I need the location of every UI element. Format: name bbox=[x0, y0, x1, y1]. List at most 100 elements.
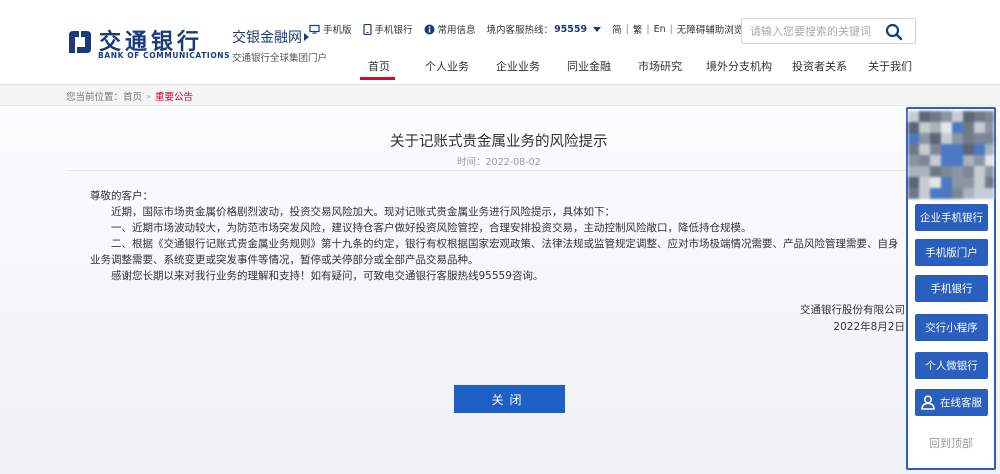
article-signer: 交通银行股份有限公司 bbox=[800, 304, 905, 316]
qr-cell bbox=[941, 111, 952, 122]
qr-cell bbox=[952, 122, 963, 133]
breadcrumb-current[interactable]: 重要公告 bbox=[155, 89, 193, 103]
qr-cell bbox=[952, 166, 963, 177]
qr-cell bbox=[930, 122, 941, 133]
article-body: 尊敬的客户： 近期，国际市场贵金属价格剧烈波动，投资交易风险加大。现对记账式贵金… bbox=[90, 188, 905, 284]
nav-corporate[interactable]: 企业业务 bbox=[496, 58, 540, 74]
bank-logo-icon bbox=[65, 27, 95, 57]
qr-cell bbox=[908, 188, 919, 199]
side-panel: 企业手机银行 手机版门户 手机银行 交行小程序 个人微银行 在线客服 回到顶部 bbox=[906, 107, 996, 470]
lang-simplified[interactable]: 简 bbox=[612, 22, 622, 36]
qr-cell bbox=[952, 144, 963, 155]
qr-cell bbox=[974, 144, 985, 155]
hotline-label: 境内客服热线： bbox=[486, 25, 554, 36]
qr-cell bbox=[963, 111, 974, 122]
qr-cell bbox=[919, 177, 930, 188]
hotline[interactable]: 境内客服热线： 95559 bbox=[487, 22, 602, 36]
nav-about[interactable]: 关于我们 bbox=[868, 58, 912, 74]
nav-overseas[interactable]: 境外分支机构 bbox=[706, 58, 772, 74]
search-icon bbox=[885, 23, 903, 41]
qr-cell bbox=[974, 111, 985, 122]
qr-cell bbox=[963, 177, 974, 188]
bank-logo[interactable]: 交通银行 BANK OF COMMUNICATIONS bbox=[65, 27, 230, 60]
divider: | bbox=[669, 23, 673, 35]
qr-cell bbox=[974, 166, 985, 177]
nav-research[interactable]: 市场研究 bbox=[638, 58, 682, 74]
qr-cell bbox=[908, 166, 919, 177]
site-name[interactable]: 交银金融网 bbox=[232, 27, 302, 47]
lang-traditional[interactable]: 繁 bbox=[633, 22, 643, 36]
qr-cell bbox=[919, 122, 930, 133]
search-button[interactable] bbox=[885, 23, 903, 41]
lang-english[interactable]: En bbox=[654, 24, 666, 35]
side-mobile-bank[interactable]: 手机银行 bbox=[915, 275, 988, 302]
qr-cell bbox=[974, 188, 985, 199]
qr-cell bbox=[919, 188, 930, 199]
hotline-number: 95559 bbox=[554, 23, 588, 35]
nav-investor[interactable]: 投资者关系 bbox=[792, 58, 847, 74]
search-input[interactable] bbox=[750, 23, 880, 39]
qr-cell bbox=[908, 155, 919, 166]
accessibility-link[interactable]: 无障碍辅助浏览 bbox=[677, 22, 744, 36]
article-date: 2022年8月2日 bbox=[833, 321, 905, 333]
article-paragraph: 近期，国际市场贵金属价格剧烈波动，投资交易风险加大。现对记账式贵金属业务进行风险… bbox=[111, 206, 615, 218]
qr-cell bbox=[919, 111, 930, 122]
close-button[interactable]: 关闭 bbox=[454, 385, 565, 413]
side-online-service[interactable]: 在线客服 bbox=[915, 389, 988, 416]
nav-personal[interactable]: 个人业务 bbox=[425, 58, 469, 74]
qr-cell bbox=[952, 155, 963, 166]
article-title: 关于记账式贵金属业务的风险提示 bbox=[390, 134, 608, 150]
side-personal-wechat-bank[interactable]: 个人微银行 bbox=[915, 352, 988, 379]
side-mini-program[interactable]: 交行小程序 bbox=[915, 314, 988, 341]
qr-cell bbox=[952, 133, 963, 144]
qr-cell bbox=[963, 155, 974, 166]
logo-chinese-text: 交通银行 bbox=[99, 29, 204, 55]
side-mobile-portal[interactable]: 手机版门户 bbox=[915, 239, 988, 266]
side-corporate-mobile-bank[interactable]: 企业手机银行 bbox=[915, 204, 988, 231]
qr-cell bbox=[941, 155, 952, 166]
qr-cell bbox=[908, 122, 919, 133]
qr-cell bbox=[930, 155, 941, 166]
top-links: 手机版 手机银行 常用信息 境内客服热线： 95559 简 | 繁 | En |… bbox=[309, 22, 743, 36]
article-greeting: 尊敬的客户： bbox=[90, 190, 153, 202]
online-service-label: 在线客服 bbox=[940, 397, 982, 409]
mobile-bank-link[interactable]: 手机银行 bbox=[362, 22, 413, 36]
divider bbox=[66, 170, 906, 171]
qr-cell bbox=[908, 111, 919, 122]
qr-cell bbox=[963, 188, 974, 199]
qr-cell bbox=[919, 133, 930, 144]
qr-cell bbox=[908, 133, 919, 144]
qr-cell bbox=[908, 144, 919, 155]
qr-cell bbox=[963, 133, 974, 144]
nav-interbank[interactable]: 同业金融 bbox=[567, 58, 611, 74]
qr-cell bbox=[952, 177, 963, 188]
qr-cell bbox=[919, 155, 930, 166]
chevron-right-icon: » bbox=[146, 91, 151, 101]
article-container: 关于记账式贵金属业务的风险提示 时间：2022-08-02 尊敬的客户： 近期，… bbox=[0, 106, 1000, 474]
qr-cell bbox=[985, 166, 994, 177]
qr-cell bbox=[919, 166, 930, 177]
qr-cell bbox=[963, 122, 974, 133]
qr-cell bbox=[930, 144, 941, 155]
mobile-bank-label: 手机银行 bbox=[374, 25, 413, 36]
nav-active-indicator bbox=[360, 77, 395, 80]
qr-cell bbox=[941, 144, 952, 155]
qr-cell bbox=[941, 188, 952, 199]
qr-cell bbox=[930, 133, 941, 144]
qr-cell bbox=[930, 111, 941, 122]
faq-label: 常用信息 bbox=[437, 25, 476, 36]
qr-cell bbox=[941, 166, 952, 177]
nav-home[interactable]: 首页 bbox=[368, 58, 390, 74]
back-to-top-button[interactable]: 回到顶部 bbox=[908, 435, 994, 451]
qr-cell bbox=[974, 133, 985, 144]
qr-cell bbox=[985, 133, 994, 144]
info-icon bbox=[424, 24, 435, 34]
mobile-site-link[interactable]: 手机版 bbox=[309, 22, 352, 36]
qr-cell bbox=[930, 177, 941, 188]
qr-cell bbox=[919, 144, 930, 155]
divider: | bbox=[625, 23, 629, 35]
breadcrumb-bar: 您当前位置： 首页 » 重要公告 bbox=[0, 84, 1000, 106]
qr-cell bbox=[985, 111, 994, 122]
faq-link[interactable]: 常用信息 bbox=[424, 22, 476, 36]
breadcrumb-home[interactable]: 首页 bbox=[123, 89, 142, 103]
